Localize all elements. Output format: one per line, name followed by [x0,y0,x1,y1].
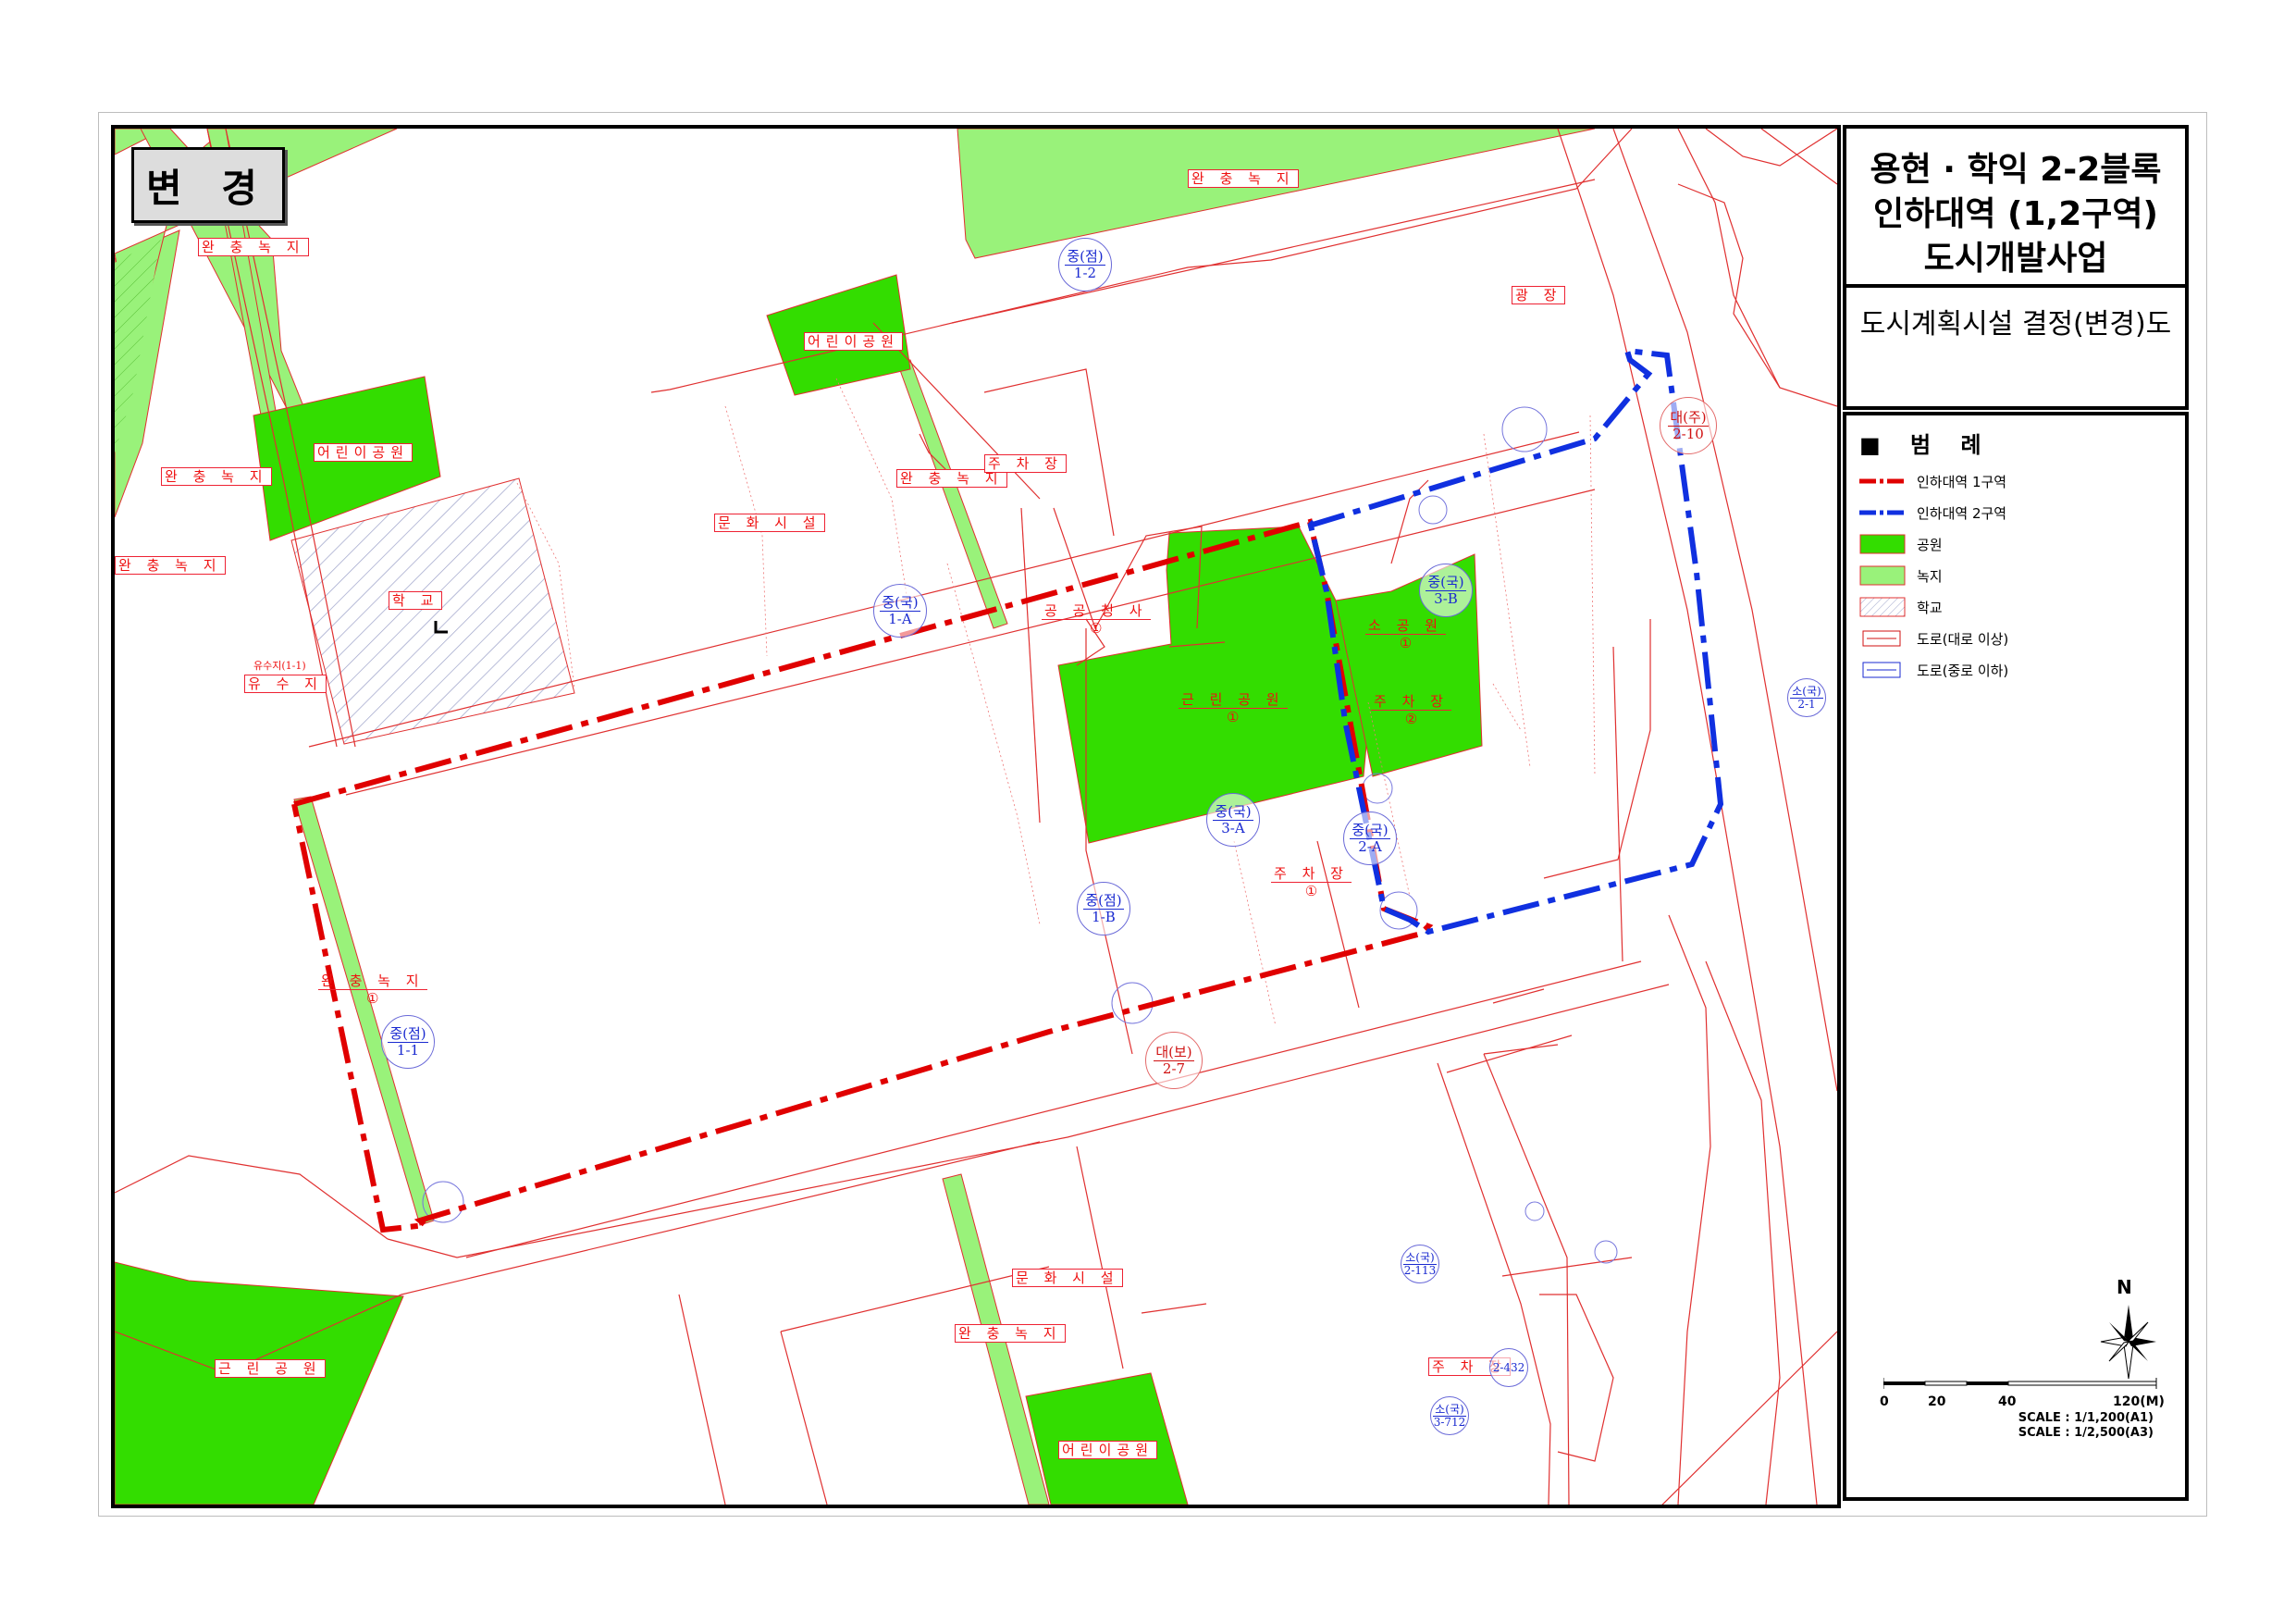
legend-heading: ■ 범 례 [1859,432,1993,458]
park-sw [115,1261,404,1505]
blue-dashdot-line-icon [1859,510,1906,515]
road-label-1-1: 중(점) 1-1 [381,1015,435,1069]
road-label-3-a: 중(국) 3-A [1206,793,1260,847]
label-neighborhood-park-sw: 근 린 공 원 [215,1359,326,1378]
label-kids-park-nw: 어린이공원 [314,443,414,462]
scale-bar-graphic [1883,1378,2157,1389]
side-panel: 용현 · 학익 2-2블록 인하대역 (1,2구역) 도시개발사업 도시계획시설… [1843,125,2189,1501]
red-dashdot-line-icon [1859,478,1906,484]
label-public-office: 공 공 청 사① [1042,602,1151,637]
red-road-label-icon [1862,630,1901,647]
road-label-1-a: 중(국) 1-A [873,584,927,638]
map-frame[interactable]: 변 경 완 충 녹 지 완 충 녹 지 완 충 녹 지 완 충 녹 지 완 충 … [111,125,1841,1508]
label-buffer-green-s: 완 충 녹 지 [955,1324,1066,1343]
green-swatch-icon [1859,565,1906,586]
label-buffer-green-w: 완 충 녹 지 [161,467,272,486]
label-plaza: 광 장 [1512,286,1566,304]
road-label-2-a: 중(국) 2-A [1343,812,1397,865]
label-retention-small: 유수지(1-1) [253,660,306,672]
road-label-3-712: 소(국) 3-712 [1430,1396,1469,1435]
scale-bar: 0 20 40 120(M) SCALE : 1/1,200(A1) SCALE… [1880,1378,2165,1489]
intersection-circles [422,406,1618,1264]
road-label-2-432: 2-432 [1489,1348,1528,1387]
title-line-1: 용현 · 학익 2-2블록 [1870,151,2162,189]
label-buffer-green-n: 완 충 녹 지 [1188,169,1299,188]
green-strip-top [957,129,1596,259]
label-buffer-green-w2: 완 충 녹 지 [115,556,226,575]
green-strip-west-south [293,796,435,1226]
map-drawing [115,129,1837,1505]
kids-park-s [1025,1372,1189,1505]
school-hatch-icon [1859,597,1906,617]
road-label-2-7: 대(보) 2-7 [1145,1032,1203,1089]
label-school: 학 교 [389,591,443,610]
subtitle: 도시계획시설 결정(변경)도 [1859,308,2172,341]
label-buffer-green-1: 완 충 녹 지① [318,973,427,1007]
title-box: 용현 · 학익 2-2블록 인하대역 (1,2구역) 도시개발사업 도시계획시설… [1843,125,2189,410]
label-parking-2: 주 차 장② [1371,693,1451,727]
title-line-2: 인하대역 (1,2구역) [1873,195,2158,233]
label-kids-park-n: 어린이공원 [804,332,904,351]
road-label-1-2: 중(점) 1-2 [1058,238,1112,291]
road-label-2-10: 대(주) 2-10 [1660,397,1717,454]
legend-bullet-icon: ■ [1859,432,1911,458]
legend-box: ■ 범 례 인하대역 1구역 인하대역 2구역 공원 녹지 학교 도로(대로 이… [1843,412,2189,1501]
label-kids-park-s: 어린이공원 [1058,1441,1158,1459]
label-parking-n: 주 차 장 [984,454,1067,473]
compass-rose-icon [2100,1305,2156,1380]
label-buffer-green-nw: 완 충 녹 지 [198,238,309,256]
neighborhood-park [1057,526,1374,844]
label-neighborhood-park: 근 린 공 원① [1179,691,1288,725]
title-line-3: 도시개발사업 [1923,240,2108,278]
blue-road-label-icon [1862,662,1901,678]
label-retention: 유 수 지 [244,675,327,693]
label-small-park: 소 공 원① [1365,617,1446,651]
north-arrow: N [2096,1276,2170,1387]
label-culture-s: 문 화 시 설 [1012,1269,1123,1287]
change-stamp: 변 경 [131,147,285,223]
park-swatch-icon [1859,534,1906,554]
school-mark-icon [434,621,448,634]
road-label-1-b: 중(점) 1-B [1077,882,1130,935]
label-parking-1: 주 차 장① [1271,865,1352,899]
label-culture-n: 문 화 시 설 [714,514,825,532]
road-label-3-b: 중(국) 3-B [1419,564,1473,617]
road-label-2-1: 소(국) 2-1 [1787,678,1826,717]
school-area [290,477,575,745]
road-label-2-113: 소(국) 2-113 [1401,1245,1439,1283]
